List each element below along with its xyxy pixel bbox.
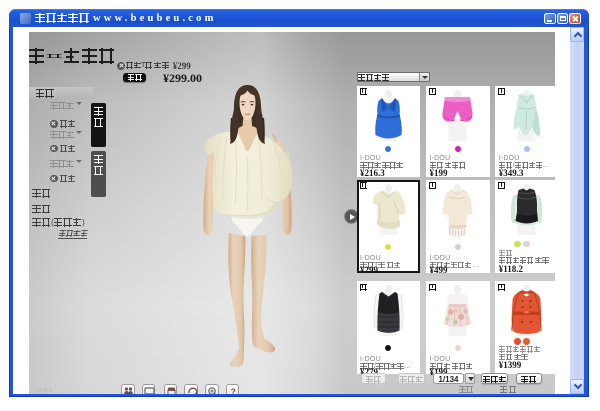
svg-text:?: ? [230,387,235,394]
